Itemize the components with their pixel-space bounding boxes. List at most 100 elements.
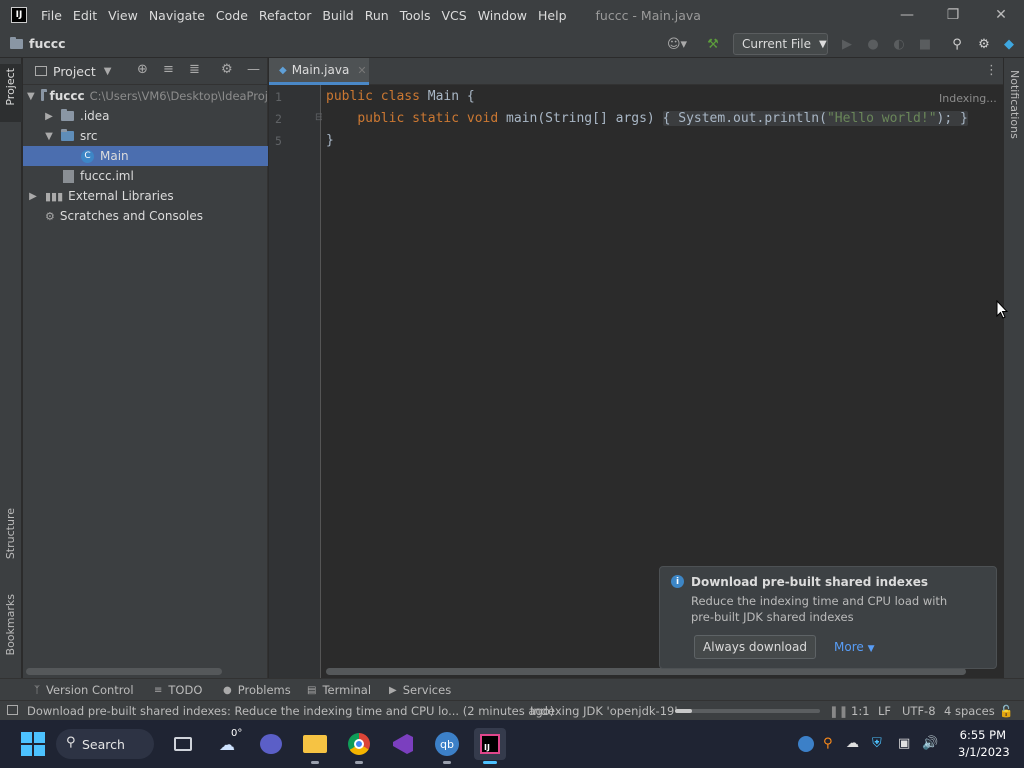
unlock-icon[interactable]: 🔓: [999, 704, 1013, 718]
intellij-taskbar-button[interactable]: IJ: [474, 728, 506, 764]
tree-item-external-libraries[interactable]: ▶ ▮▮▮ External Libraries: [23, 186, 268, 206]
menu-run[interactable]: Run: [365, 8, 389, 23]
debug-icon[interactable]: ●: [864, 35, 882, 53]
caret-position[interactable]: 1:1: [851, 704, 870, 718]
restore-button[interactable]: ❐: [930, 0, 976, 30]
tool-label: Version Control: [46, 683, 134, 697]
windows-start-button[interactable]: [17, 728, 49, 760]
tab-main-java[interactable]: ◆ Main.java ✕: [269, 58, 369, 85]
project-panel-title[interactable]: Project: [53, 64, 96, 79]
notification-body: Reduce the indexing time and CPU load wi…: [691, 594, 948, 608]
tree-item-iml[interactable]: fuccc.iml: [23, 166, 268, 186]
expand-all-icon[interactable]: ≡: [163, 62, 174, 77]
tool-window-notifications[interactable]: Notifications: [1008, 70, 1021, 139]
weather-widget[interactable]: ☁ 0°: [211, 728, 243, 760]
chevron-down-icon[interactable]: ▼: [27, 91, 35, 102]
status-message[interactable]: Download pre-built shared indexes: Reduc…: [27, 704, 554, 718]
minimize-button[interactable]: —: [884, 0, 930, 30]
chrome-button[interactable]: [343, 728, 375, 764]
breadcrumb-project[interactable]: fuccc: [10, 36, 66, 51]
run-configuration-select[interactable]: Current File ▼: [733, 33, 828, 55]
chevron-right-icon[interactable]: ▶: [43, 111, 55, 122]
run-icon[interactable]: ▶: [838, 35, 856, 53]
tool-services[interactable]: ▶ Services: [389, 683, 451, 697]
menu-tools[interactable]: Tools: [400, 8, 431, 23]
intellij-logo-icon[interactable]: IJ: [11, 7, 27, 23]
close-window-button[interactable]: ✕: [978, 0, 1024, 30]
tree-item-idea[interactable]: ▶ .idea: [23, 106, 268, 126]
search-icon[interactable]: ⚲: [948, 35, 966, 53]
qbittorrent-button[interactable]: qb: [431, 728, 463, 764]
cloud-tray-icon[interactable]: ☁: [846, 736, 859, 751]
teams-chat-button[interactable]: [255, 728, 287, 760]
tool-version-control[interactable]: ᛉ Version Control: [34, 683, 134, 697]
status-toggle-icon[interactable]: [7, 705, 18, 715]
pause-indexing-icon[interactable]: ❚❚: [829, 704, 848, 718]
clock-date[interactable]: 3/1/2023: [958, 745, 1010, 759]
locate-file-icon[interactable]: ⊕: [137, 62, 148, 77]
gear-icon[interactable]: ⚙: [221, 62, 233, 77]
project-horizontal-scrollbar[interactable]: [26, 668, 222, 675]
code-keyword: static: [412, 111, 460, 126]
tool-window-project[interactable]: Project: [4, 68, 17, 106]
chevron-right-icon[interactable]: ▶: [27, 191, 39, 202]
folder-icon: [40, 89, 47, 101]
tool-window-structure[interactable]: Structure: [4, 508, 17, 559]
collapse-all-icon[interactable]: ≣: [189, 62, 200, 77]
editor-horizontal-scrollbar[interactable]: [326, 668, 966, 675]
menu-help[interactable]: Help: [538, 8, 567, 23]
menu-view[interactable]: View: [108, 8, 138, 23]
tool-problems[interactable]: ● Problems: [223, 683, 291, 697]
menu-window[interactable]: Window: [478, 8, 527, 23]
menu-file[interactable]: File: [41, 8, 62, 23]
task-view-button[interactable]: [167, 728, 199, 760]
menu-build[interactable]: Build: [322, 8, 353, 23]
tree-item-project-root[interactable]: ▼ fuccc C:\Users\VM6\Desktop\IdeaProj: [23, 86, 268, 106]
tree-item-main[interactable]: C Main: [23, 146, 268, 166]
jetbrains-ai-icon[interactable]: ◆: [1000, 35, 1018, 53]
close-tab-icon[interactable]: ✕: [357, 64, 366, 77]
qbittorrent-tray-icon[interactable]: [798, 736, 814, 752]
indent-setting[interactable]: 4 spaces: [944, 704, 995, 718]
chevron-down-icon[interactable]: ▼: [104, 66, 112, 77]
security-shield-icon[interactable]: ⛨: [872, 736, 882, 751]
menu-navigate[interactable]: Navigate: [149, 8, 205, 23]
line-separator[interactable]: LF: [878, 704, 891, 718]
taskbar-search-box[interactable]: ⚲ Search: [56, 729, 154, 759]
user-account-icon[interactable]: ☺▾: [664, 35, 690, 53]
tree-item-scratches[interactable]: ⚙ Scratches and Consoles: [23, 206, 268, 226]
menu-vcs[interactable]: VCS: [442, 8, 467, 23]
gear-icon[interactable]: ⚙: [975, 35, 993, 53]
version-control-icon: ᛉ: [34, 684, 40, 696]
volume-icon[interactable]: 🔊: [922, 736, 938, 751]
chevron-down-icon[interactable]: ▼: [43, 131, 55, 142]
search-tray-icon[interactable]: ⚲: [823, 736, 833, 751]
module-file-icon: [63, 169, 74, 183]
menu-edit[interactable]: Edit: [73, 8, 97, 23]
hide-panel-icon[interactable]: —: [247, 62, 260, 77]
network-icon[interactable]: ▣: [898, 736, 910, 751]
clock-time[interactable]: 6:55 PM: [958, 728, 1006, 742]
always-download-button[interactable]: Always download: [694, 635, 816, 659]
more-link[interactable]: More ▼: [834, 640, 875, 654]
indexing-status: Indexing JDK 'openjdk-19': [530, 704, 678, 718]
menu-code[interactable]: Code: [216, 8, 248, 23]
file-encoding[interactable]: UTF-8: [902, 704, 936, 718]
visual-studio-button[interactable]: [387, 728, 419, 760]
java-file-icon: ◆: [279, 64, 287, 76]
file-explorer-button[interactable]: [299, 728, 331, 764]
code-text: { System.out.println(: [662, 111, 827, 126]
more-options-icon[interactable]: ⋮: [985, 63, 998, 78]
coverage-icon[interactable]: ◐: [890, 35, 908, 53]
todo-list-icon: ≡: [154, 684, 163, 696]
build-hammer-icon[interactable]: ⚒: [704, 35, 722, 53]
tool-terminal[interactable]: ▤ Terminal: [307, 683, 371, 697]
tree-item-src[interactable]: ▼ src: [23, 126, 268, 146]
menu-refactor[interactable]: Refactor: [259, 8, 311, 23]
navigation-bar: fuccc ☺▾ ⚒ Current File ▼ ▶ ● ◐ ■ ⚲ ⚙ ◆: [0, 30, 1024, 58]
stop-icon[interactable]: ■: [916, 35, 934, 53]
tool-window-bookmarks[interactable]: Bookmarks: [4, 594, 17, 655]
tree-item-label: fuccc.iml: [80, 169, 134, 183]
indexing-progress-fill: [675, 709, 693, 713]
tool-todo[interactable]: ≡ TODO: [154, 683, 202, 697]
